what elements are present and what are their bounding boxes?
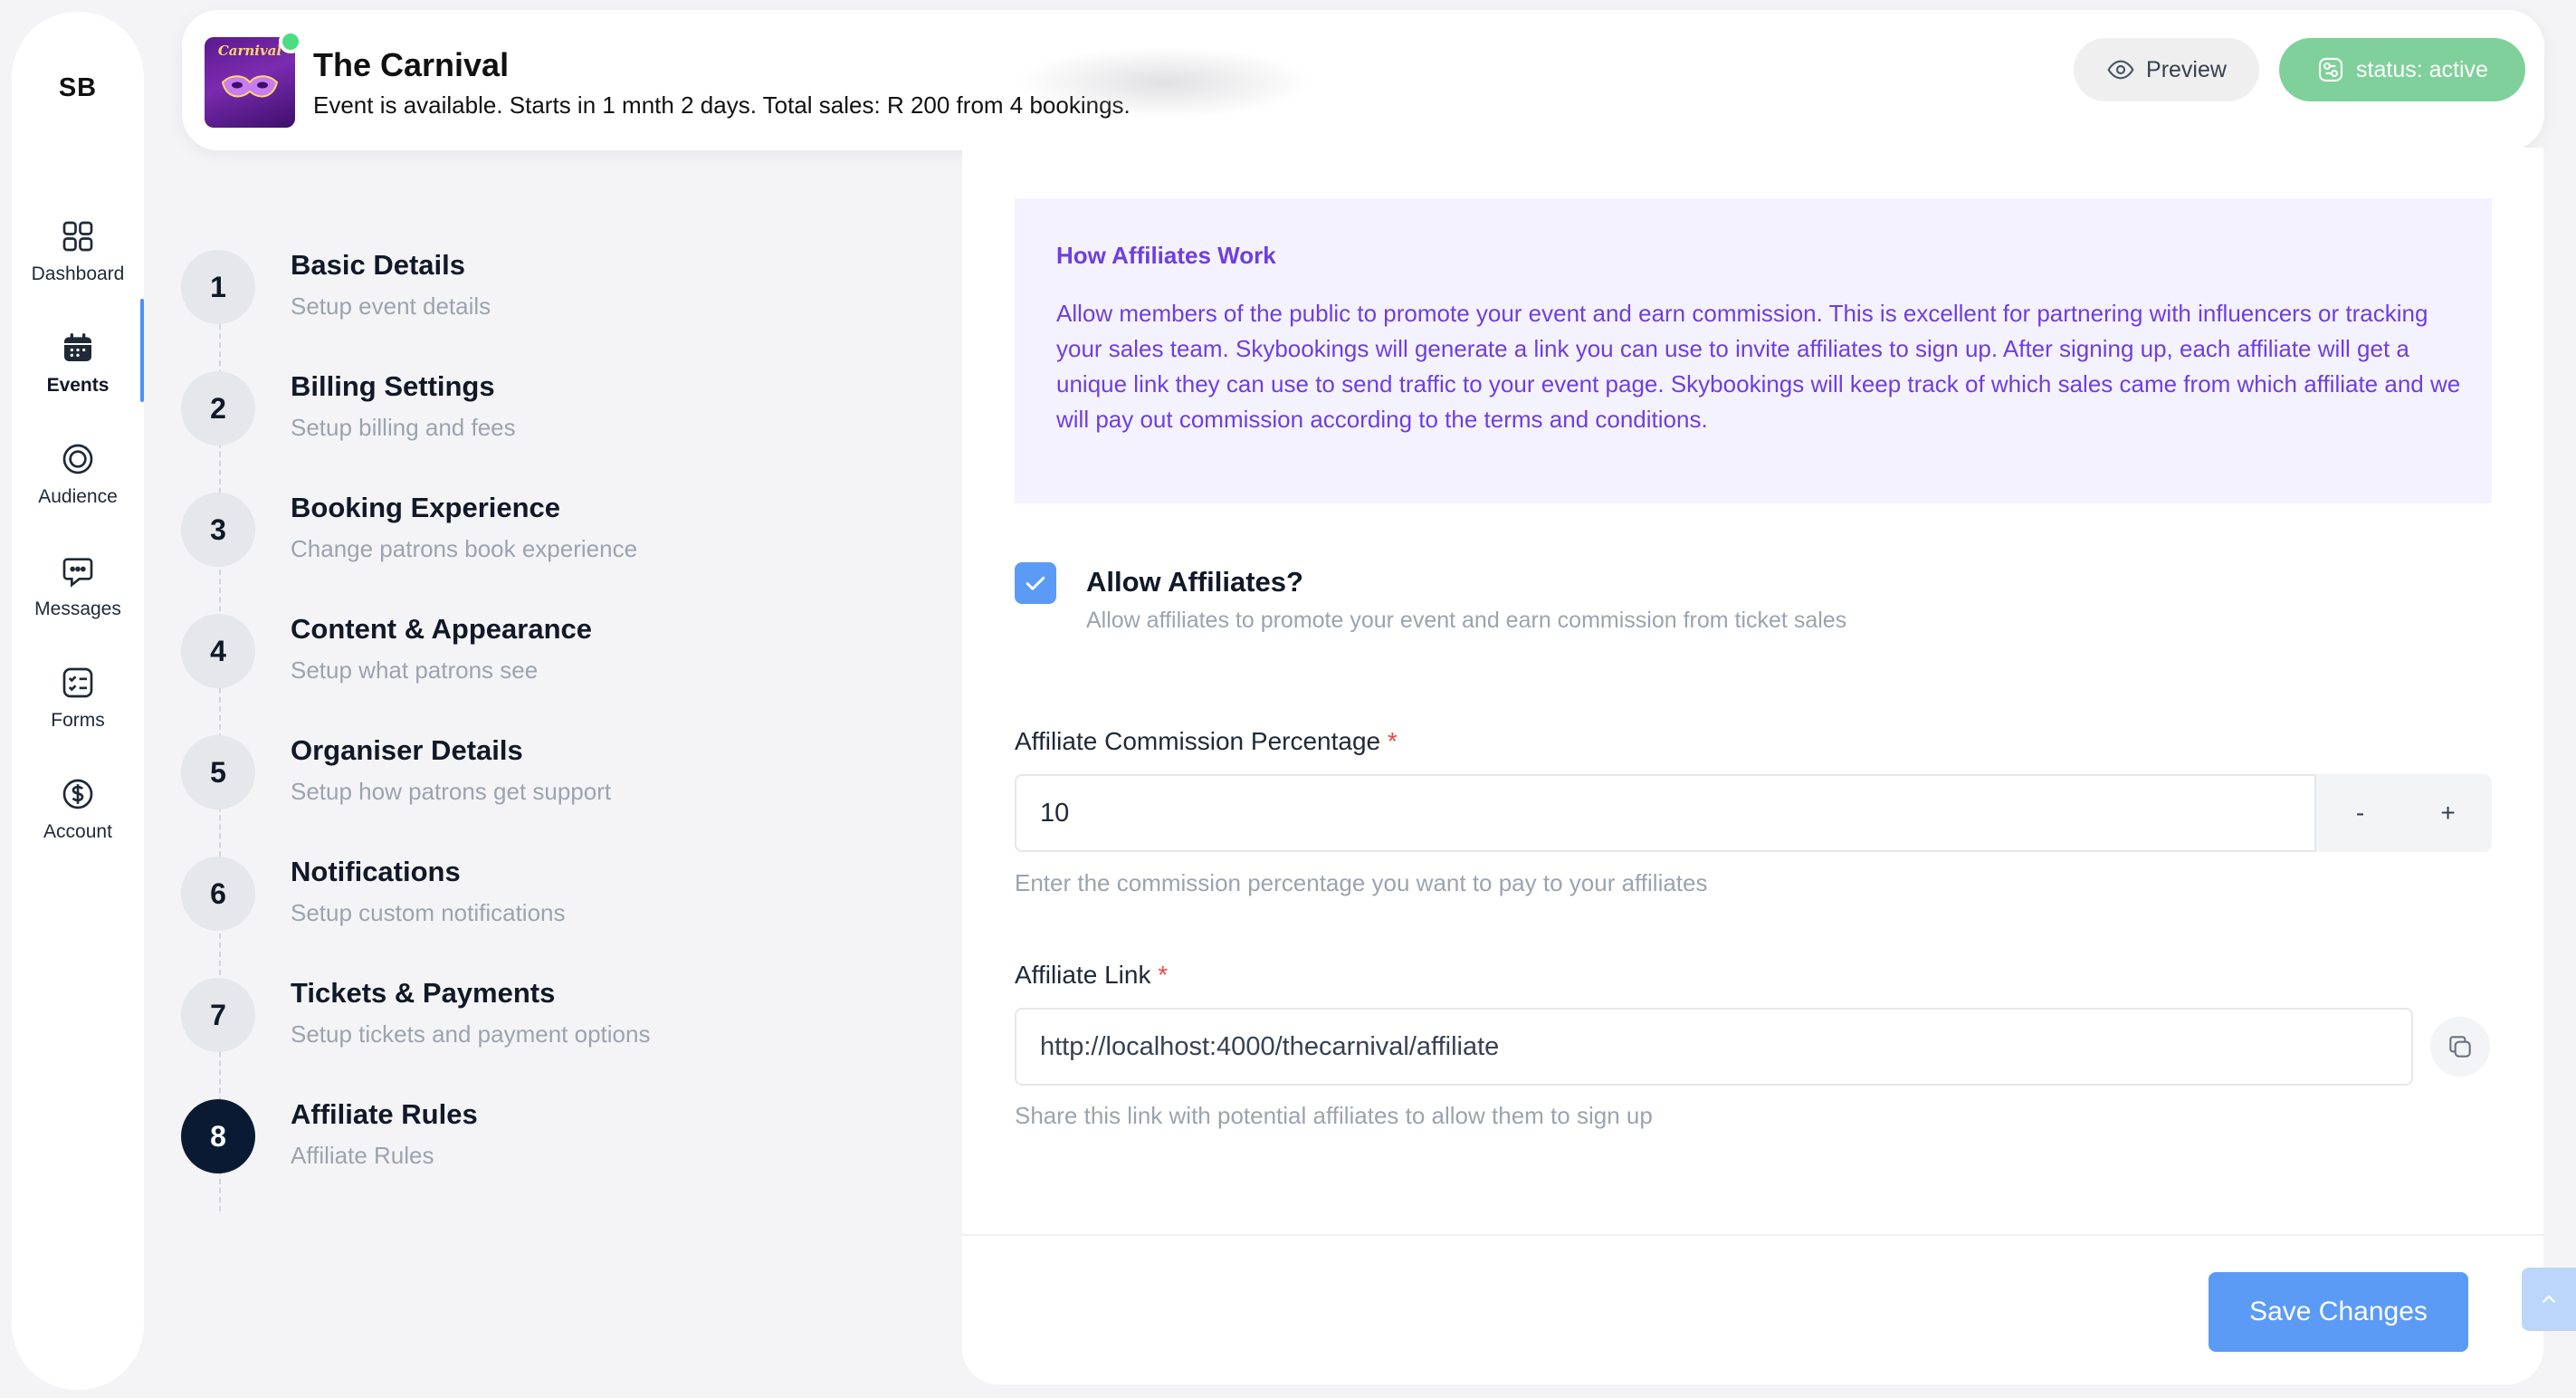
- status-button[interactable]: status: active: [2279, 38, 2525, 101]
- allow-affiliates-description: Allow affiliates to promote your event a…: [1086, 608, 1847, 633]
- step-title: Affiliate Rules: [291, 1098, 478, 1130]
- step-content-appearance[interactable]: 4 Content & Appearance Setup what patron…: [181, 609, 815, 691]
- status-toggle-icon: [2318, 57, 2343, 82]
- nav-label-audience: Audience: [38, 486, 118, 507]
- status-label: status: active: [2356, 56, 2488, 82]
- affiliate-link-help-text: Share this link with potential affiliate…: [1015, 1102, 1653, 1129]
- nav-label-events: Events: [46, 375, 110, 396]
- app-logo[interactable]: SB: [12, 73, 144, 103]
- step-number: 6: [181, 857, 255, 931]
- required-mark: *: [1387, 727, 1398, 755]
- audience-circle-icon: [62, 444, 93, 474]
- affiliate-link-input[interactable]: [1015, 1008, 2413, 1086]
- step-number: 3: [181, 493, 255, 567]
- step-title: Notifications: [291, 856, 461, 887]
- commission-label: Affiliate Commission Percentage *: [1015, 727, 1398, 756]
- step-title: Booking Experience: [291, 492, 561, 523]
- preview-button[interactable]: Preview: [2074, 38, 2259, 101]
- required-mark: *: [1158, 961, 1169, 989]
- step-tickets-payments[interactable]: 7 Tickets & Payments Setup tickets and p…: [181, 973, 815, 1055]
- nav-item-audience[interactable]: Audience: [12, 425, 144, 524]
- step-number: 5: [181, 735, 255, 809]
- step-booking-experience[interactable]: 3 Booking Experience Change patrons book…: [181, 488, 815, 570]
- commission-stepper: - +: [2316, 774, 2492, 852]
- step-description: Setup billing and fees: [291, 414, 516, 441]
- chevron-up-icon: [2542, 1295, 2556, 1304]
- nav-label-messages: Messages: [34, 598, 121, 619]
- step-number: 7: [181, 978, 255, 1052]
- forms-checklist-icon: [62, 667, 93, 698]
- calendar-icon: [64, 333, 91, 361]
- allow-affiliates-label[interactable]: Allow Affiliates?: [1086, 566, 1303, 598]
- scroll-to-top-button[interactable]: [2522, 1268, 2576, 1331]
- copy-link-button[interactable]: [2430, 1017, 2490, 1077]
- step-notifications[interactable]: 6 Notifications Setup custom notificatio…: [181, 852, 815, 934]
- eye-icon: [2107, 60, 2134, 80]
- check-icon: [1026, 576, 1045, 590]
- affiliate-link-label-text: Affiliate Link: [1015, 961, 1151, 989]
- step-description: Setup event details: [291, 292, 491, 320]
- allow-affiliates-checkbox[interactable]: [1015, 562, 1056, 604]
- step-title: Organiser Details: [291, 734, 523, 766]
- nav-item-dashboard[interactable]: Dashboard: [12, 202, 144, 302]
- increment-button[interactable]: +: [2404, 774, 2492, 852]
- nav-item-messages[interactable]: Messages: [12, 537, 144, 637]
- event-title: The Carnival: [313, 46, 510, 83]
- step-description: Setup how patrons get support: [291, 778, 612, 805]
- step-description: Affiliate Rules: [291, 1142, 434, 1169]
- step-description: Setup tickets and payment options: [291, 1020, 651, 1048]
- step-description: Setup what patrons see: [291, 656, 539, 684]
- nav-label-account: Account: [43, 821, 112, 842]
- commission-label-text: Affiliate Commission Percentage: [1015, 727, 1381, 755]
- step-description: Setup custom notifications: [291, 899, 566, 926]
- info-text: Allow members of the public to promote y…: [1056, 300, 2461, 433]
- step-number: 4: [181, 614, 255, 688]
- step-billing-settings[interactable]: 2 Billing Settings Setup billing and fee…: [181, 367, 815, 448]
- event-header: Carnival The Carnival Event is available…: [182, 10, 2544, 150]
- nav-label-forms: Forms: [51, 710, 105, 731]
- info-title: How Affiliates Work: [1056, 242, 1276, 269]
- step-description: Change patrons book experience: [291, 535, 638, 562]
- blurred-area: [1015, 46, 1313, 119]
- nav-label-dashboard: Dashboard: [31, 263, 125, 284]
- nav-item-account[interactable]: Account: [12, 760, 144, 859]
- side-nav: SB Dashboard Events Audience Messages Fo…: [12, 12, 144, 1390]
- commission-help-text: Enter the commission percentage you want…: [1015, 869, 1708, 896]
- copy-icon: [2449, 1036, 2471, 1058]
- event-summary: Event is available. Starts in 1 mnth 2 d…: [313, 91, 1131, 119]
- affiliate-link-label: Affiliate Link *: [1015, 961, 1168, 990]
- decrement-button[interactable]: -: [2316, 774, 2404, 852]
- event-thumbnail: Carnival: [205, 37, 295, 128]
- nav-active-indicator: [140, 299, 144, 402]
- step-title: Content & Appearance: [291, 613, 593, 645]
- step-organiser-details[interactable]: 5 Organiser Details Setup how patrons ge…: [181, 731, 815, 812]
- affiliates-info-box: How Affiliates Work Allow members of the…: [1015, 198, 2492, 503]
- step-number: 1: [181, 250, 255, 324]
- messages-chat-icon: [62, 558, 93, 588]
- step-basic-details[interactable]: 1 Basic Details Setup event details: [181, 245, 815, 327]
- step-number: 8: [181, 1099, 255, 1173]
- affiliate-rules-panel: How Affiliates Work Allow members of the…: [962, 148, 2543, 1384]
- step-title: Billing Settings: [291, 370, 495, 402]
- online-status-dot: [279, 30, 302, 53]
- step-title: Tickets & Payments: [291, 977, 556, 1009]
- step-title: Basic Details: [291, 249, 465, 281]
- commission-percentage-input[interactable]: [1015, 774, 2316, 852]
- dashboard-grid-icon: [62, 221, 93, 252]
- preview-label: Preview: [2146, 56, 2227, 82]
- nav-item-events[interactable]: Events: [12, 313, 144, 413]
- dollar-circle-icon: [62, 779, 93, 809]
- carnival-mask-icon: [221, 75, 279, 98]
- panel-divider: [962, 1234, 2543, 1236]
- save-changes-button[interactable]: Save Changes: [2209, 1272, 2468, 1352]
- nav-item-forms[interactable]: Forms: [12, 648, 144, 748]
- step-number: 2: [181, 371, 255, 445]
- step-affiliate-rules[interactable]: 8 Affiliate Rules Affiliate Rules: [181, 1095, 815, 1176]
